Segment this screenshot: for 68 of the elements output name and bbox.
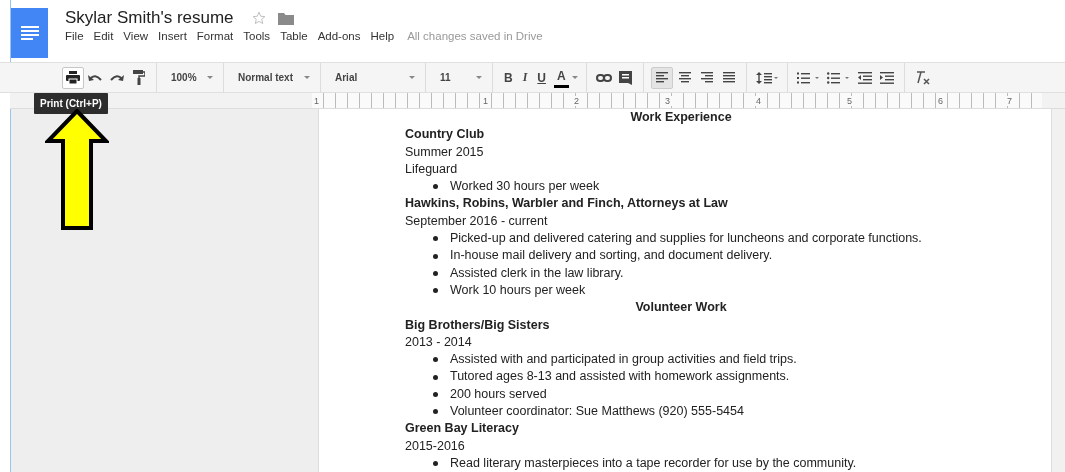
entry-text: 2013 - 2014 — [405, 333, 473, 351]
ruler-number: 4 — [754, 95, 764, 106]
bullet-icon — [433, 357, 438, 363]
ruler-number: 2 — [572, 95, 582, 106]
bullet-text: Assisted clerk in the law library. — [450, 264, 624, 282]
bullet-text: Tutored ages 8-13 and assisted with homework assignments. — [450, 368, 790, 386]
bullet-text: Work 10 hours per week — [450, 281, 586, 299]
bullet-text: Picked-up and delivered catering and supplies for luncheons and corporate functions. — [450, 230, 922, 248]
ruler-number: 6 — [936, 95, 946, 106]
menu-item[interactable]: Help — [365, 30, 400, 42]
bullet-text: Volunteer coordinator: Sue Matthews (920) 555-5454 — [450, 403, 744, 421]
entry-text: Lifeguard — [405, 160, 459, 178]
underline-button[interactable]: U — [532, 66, 551, 89]
bullet-icon — [433, 461, 438, 467]
menu-item[interactable]: Table — [275, 30, 313, 42]
style-dropdown[interactable]: Normal text — [230, 66, 314, 89]
menu-item[interactable]: Add-ons — [312, 30, 366, 42]
entry-title: Country Club — [405, 126, 486, 144]
align-left-icon[interactable] — [653, 71, 670, 84]
bullet-text: Worked 30 hours per week — [450, 178, 600, 196]
section-heading: Work Experience — [629, 109, 733, 126]
menu-item[interactable]: Edit — [88, 30, 119, 42]
entry-title: Hawkins, Robins, Warbler and Finch, Attorneys at Law — [405, 195, 729, 213]
menu-item[interactable]: Format — [191, 30, 239, 42]
menu-item[interactable]: Insert — [153, 30, 192, 42]
entry-text: 2015-2016 — [405, 437, 466, 455]
zoom-dropdown[interactable]: 100% — [163, 66, 217, 89]
print-button[interactable] — [62, 66, 84, 89]
bullet-text: Read literary masterpieces into a tape recorder for use by the community. — [450, 454, 857, 472]
ruler-number: 1 — [312, 95, 321, 106]
bullet-icon — [433, 253, 438, 259]
entry-text: September 2016 - current — [405, 212, 549, 230]
section-heading: Volunteer Work — [634, 299, 728, 317]
italic-button[interactable]: I — [517, 66, 533, 89]
entry-text: Summer 2015 — [405, 143, 485, 161]
bullet-icon — [433, 374, 438, 380]
bold-button[interactable]: B — [499, 66, 518, 89]
folder-icon[interactable] — [277, 11, 294, 25]
bullet-icon — [433, 391, 438, 397]
bullet-icon — [433, 409, 438, 415]
ruler-number: 7 — [1005, 95, 1015, 106]
align-left-button[interactable] — [650, 66, 673, 89]
menu-item[interactable]: File — [65, 30, 89, 42]
ruler-number: 1 — [481, 95, 491, 106]
menu-item[interactable]: View — [118, 30, 154, 42]
bullet-icon — [433, 236, 438, 242]
font-size-dropdown[interactable]: 11 — [432, 66, 486, 89]
bullet-text: In-house mail delivery and sorting, and document delivery. — [450, 247, 773, 265]
text-color-button[interactable]: A — [554, 67, 569, 88]
bullet-text: Assisted with and participated in group activities and field trips. — [450, 351, 797, 369]
save-status: All changes saved in Drive — [407, 30, 543, 42]
star-icon[interactable] — [251, 11, 266, 25]
document-title[interactable]: Skylar Smith's resume — [65, 8, 234, 28]
entry-title: Big Brothers/Big Sisters — [405, 316, 551, 334]
ruler-number: 3 — [663, 95, 673, 106]
align-justify-icon[interactable] — [720, 71, 737, 84]
bullet-text: 200 hours served — [450, 385, 547, 403]
docs-logo-icon[interactable] — [11, 8, 48, 58]
menu-item[interactable]: Tools — [238, 30, 276, 42]
bullet-icon — [433, 288, 438, 294]
ruler-number: 5 — [845, 95, 855, 106]
align-center-icon[interactable] — [676, 71, 693, 84]
bullet-icon — [433, 270, 438, 276]
tooltip: Print (Ctrl+P) — [34, 93, 108, 114]
font-dropdown[interactable]: Arial — [327, 66, 419, 89]
entry-title: Green Bay Literacy — [405, 420, 520, 438]
align-right-icon[interactable] — [698, 71, 715, 84]
bullet-icon — [433, 184, 438, 190]
